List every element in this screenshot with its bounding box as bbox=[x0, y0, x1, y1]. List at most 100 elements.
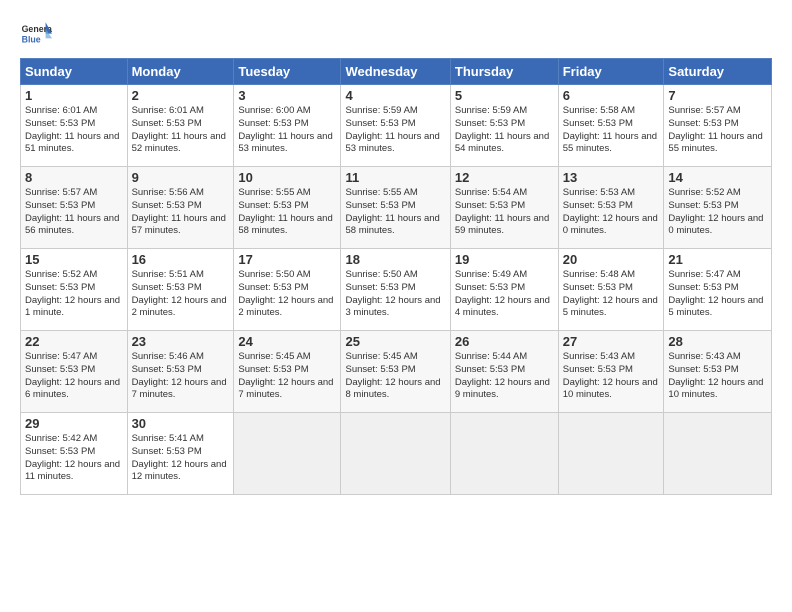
calendar-cell: 11 Sunrise: 5:55 AMSunset: 5:53 PMDayligh… bbox=[341, 167, 450, 249]
calendar-week-4: 22Sunrise: 5:47 AMSunset: 5:53 PMDayligh… bbox=[21, 331, 772, 413]
day-number: 8 bbox=[25, 170, 123, 185]
calendar-cell bbox=[558, 413, 664, 495]
day-number: 16 bbox=[132, 252, 230, 267]
calendar-cell: 27 Sunrise: 5:43 AMSunset: 5:53 PMDayligh… bbox=[558, 331, 664, 413]
day-info: Sunrise: 6:00 AMSunset: 5:53 PMDaylight:… bbox=[238, 105, 336, 156]
day-info: Sunrise: 5:45 AMSunset: 5:53 PMDaylight:… bbox=[238, 351, 336, 402]
calendar-cell: 6Sunrise: 5:58 AMSunset: 5:53 PMDaylight… bbox=[558, 85, 664, 167]
calendar-table: SundayMondayTuesdayWednesdayThursdayFrid… bbox=[20, 58, 772, 495]
calendar-cell: 10Sunrise: 5:55 AMSunset: 5:53 PMDayligh… bbox=[234, 167, 341, 249]
calendar-cell: 23 Sunrise: 5:46 AMSunset: 5:53 PMDayligh… bbox=[127, 331, 234, 413]
day-number: 24 bbox=[238, 334, 336, 349]
day-number: 20 bbox=[563, 252, 660, 267]
day-number: 29 bbox=[25, 416, 123, 431]
day-number: 23 bbox=[132, 334, 230, 349]
day-info: Sunrise: 5:58 AMSunset: 5:53 PMDaylight:… bbox=[563, 105, 660, 156]
day-info: Sunrise: 5:55 AMSunset: 5:53 PMDaylight:… bbox=[345, 187, 445, 238]
day-info: Sunrise: 5:52 AMSunset: 5:53 PMDaylight:… bbox=[668, 187, 767, 238]
day-info: Sunrise: 5:45 AMSunset: 5:53 PMDaylight:… bbox=[345, 351, 445, 402]
calendar-cell: 24 Sunrise: 5:45 AMSunset: 5:53 PMDayligh… bbox=[234, 331, 341, 413]
day-info: Sunrise: 5:57 AMSunset: 5:53 PMDaylight:… bbox=[25, 187, 123, 238]
day-number: 28 bbox=[668, 334, 767, 349]
calendar-cell: 4Sunrise: 5:59 AMSunset: 5:53 PMDaylight… bbox=[341, 85, 450, 167]
day-info: Sunrise: 5:43 AMSunset: 5:53 PMDaylight:… bbox=[563, 351, 660, 402]
day-number: 15 bbox=[25, 252, 123, 267]
calendar-cell: 22Sunrise: 5:47 AMSunset: 5:53 PMDayligh… bbox=[21, 331, 128, 413]
day-number: 11 bbox=[345, 170, 445, 185]
day-number: 25 bbox=[345, 334, 445, 349]
calendar-cell: 29 Sunrise: 5:42 AMSunset: 5:53 PMDayligh… bbox=[21, 413, 128, 495]
calendar-cell: 25 Sunrise: 5:45 AMSunset: 5:53 PMDayligh… bbox=[341, 331, 450, 413]
calendar-cell: 12 Sunrise: 5:54 AMSunset: 5:53 PMDayligh… bbox=[450, 167, 558, 249]
calendar-cell: 19 Sunrise: 5:49 AMSunset: 5:53 PMDayligh… bbox=[450, 249, 558, 331]
col-header-sunday: Sunday bbox=[21, 59, 128, 85]
col-header-monday: Monday bbox=[127, 59, 234, 85]
day-number: 26 bbox=[455, 334, 554, 349]
day-number: 19 bbox=[455, 252, 554, 267]
calendar-cell bbox=[664, 413, 772, 495]
day-info: Sunrise: 5:43 AMSunset: 5:53 PMDaylight:… bbox=[668, 351, 767, 402]
svg-text:Blue: Blue bbox=[22, 34, 41, 44]
calendar-cell: 5 Sunrise: 5:59 AMSunset: 5:53 PMDaylight… bbox=[450, 85, 558, 167]
day-number: 10 bbox=[238, 170, 336, 185]
day-info: Sunrise: 5:42 AMSunset: 5:53 PMDaylight:… bbox=[25, 433, 123, 484]
day-info: Sunrise: 5:47 AMSunset: 5:53 PMDaylight:… bbox=[668, 269, 767, 320]
day-number: 2 bbox=[132, 88, 230, 103]
day-info: Sunrise: 5:49 AMSunset: 5:53 PMDaylight:… bbox=[455, 269, 554, 320]
col-header-wednesday: Wednesday bbox=[341, 59, 450, 85]
calendar-cell bbox=[450, 413, 558, 495]
day-info: Sunrise: 5:59 AMSunset: 5:53 PMDaylight:… bbox=[455, 105, 554, 156]
calendar-cell bbox=[234, 413, 341, 495]
col-header-saturday: Saturday bbox=[664, 59, 772, 85]
calendar-cell bbox=[341, 413, 450, 495]
logo-icon: General Blue bbox=[20, 16, 52, 48]
calendar-cell: 1Sunrise: 6:01 AMSunset: 5:53 PMDaylight… bbox=[21, 85, 128, 167]
logo: General Blue bbox=[20, 16, 52, 48]
day-info: Sunrise: 5:57 AMSunset: 5:53 PMDaylight:… bbox=[668, 105, 767, 156]
day-info: Sunrise: 5:46 AMSunset: 5:53 PMDaylight:… bbox=[132, 351, 230, 402]
col-header-thursday: Thursday bbox=[450, 59, 558, 85]
day-number: 30 bbox=[132, 416, 230, 431]
calendar-week-1: 1Sunrise: 6:01 AMSunset: 5:53 PMDaylight… bbox=[21, 85, 772, 167]
day-info: Sunrise: 6:01 AMSunset: 5:53 PMDaylight:… bbox=[25, 105, 123, 156]
day-number: 3 bbox=[238, 88, 336, 103]
page-container: General Blue SundayMondayTuesdayWednesda… bbox=[0, 0, 792, 505]
calendar-week-5: 29 Sunrise: 5:42 AMSunset: 5:53 PMDayligh… bbox=[21, 413, 772, 495]
day-info: Sunrise: 5:51 AMSunset: 5:53 PMDaylight:… bbox=[132, 269, 230, 320]
calendar-cell: 20 Sunrise: 5:48 AMSunset: 5:53 PMDayligh… bbox=[558, 249, 664, 331]
day-number: 17 bbox=[238, 252, 336, 267]
calendar-cell: 8 Sunrise: 5:57 AMSunset: 5:53 PMDaylight… bbox=[21, 167, 128, 249]
calendar-cell: 7Sunrise: 5:57 AMSunset: 5:53 PMDaylight… bbox=[664, 85, 772, 167]
calendar-cell: 9 Sunrise: 5:56 AMSunset: 5:53 PMDaylight… bbox=[127, 167, 234, 249]
calendar-cell: 13Sunrise: 5:53 AMSunset: 5:53 PMDayligh… bbox=[558, 167, 664, 249]
day-number: 14 bbox=[668, 170, 767, 185]
calendar-cell: 16 Sunrise: 5:51 AMSunset: 5:53 PMDayligh… bbox=[127, 249, 234, 331]
day-info: Sunrise: 5:48 AMSunset: 5:53 PMDaylight:… bbox=[563, 269, 660, 320]
calendar-cell: 2Sunrise: 6:01 AMSunset: 5:53 PMDaylight… bbox=[127, 85, 234, 167]
day-info: Sunrise: 5:44 AMSunset: 5:53 PMDaylight:… bbox=[455, 351, 554, 402]
calendar-cell: 28 Sunrise: 5:43 AMSunset: 5:53 PMDayligh… bbox=[664, 331, 772, 413]
calendar-cell: 18Sunrise: 5:50 AMSunset: 5:53 PMDayligh… bbox=[341, 249, 450, 331]
day-number: 27 bbox=[563, 334, 660, 349]
day-info: Sunrise: 5:56 AMSunset: 5:53 PMDaylight:… bbox=[132, 187, 230, 238]
day-info: Sunrise: 5:50 AMSunset: 5:53 PMDaylight:… bbox=[238, 269, 336, 320]
calendar-cell: 15 Sunrise: 5:52 AMSunset: 5:53 PMDayligh… bbox=[21, 249, 128, 331]
col-header-tuesday: Tuesday bbox=[234, 59, 341, 85]
day-number: 13 bbox=[563, 170, 660, 185]
day-info: Sunrise: 5:52 AMSunset: 5:53 PMDaylight:… bbox=[25, 269, 123, 320]
day-number: 18 bbox=[345, 252, 445, 267]
day-number: 22 bbox=[25, 334, 123, 349]
day-number: 5 bbox=[455, 88, 554, 103]
day-number: 4 bbox=[345, 88, 445, 103]
day-info: Sunrise: 5:54 AMSunset: 5:53 PMDaylight:… bbox=[455, 187, 554, 238]
calendar-cell: 17 Sunrise: 5:50 AMSunset: 5:53 PMDayligh… bbox=[234, 249, 341, 331]
calendar-cell: 14 Sunrise: 5:52 AMSunset: 5:53 PMDayligh… bbox=[664, 167, 772, 249]
day-info: Sunrise: 5:41 AMSunset: 5:53 PMDaylight:… bbox=[132, 433, 230, 484]
col-header-friday: Friday bbox=[558, 59, 664, 85]
calendar-cell: 30 Sunrise: 5:41 AMSunset: 5:53 PMDayligh… bbox=[127, 413, 234, 495]
day-number: 12 bbox=[455, 170, 554, 185]
day-number: 9 bbox=[132, 170, 230, 185]
header: General Blue bbox=[20, 16, 772, 48]
calendar-cell: 26 Sunrise: 5:44 AMSunset: 5:53 PMDayligh… bbox=[450, 331, 558, 413]
calendar-cell: 3 Sunrise: 6:00 AMSunset: 5:53 PMDaylight… bbox=[234, 85, 341, 167]
